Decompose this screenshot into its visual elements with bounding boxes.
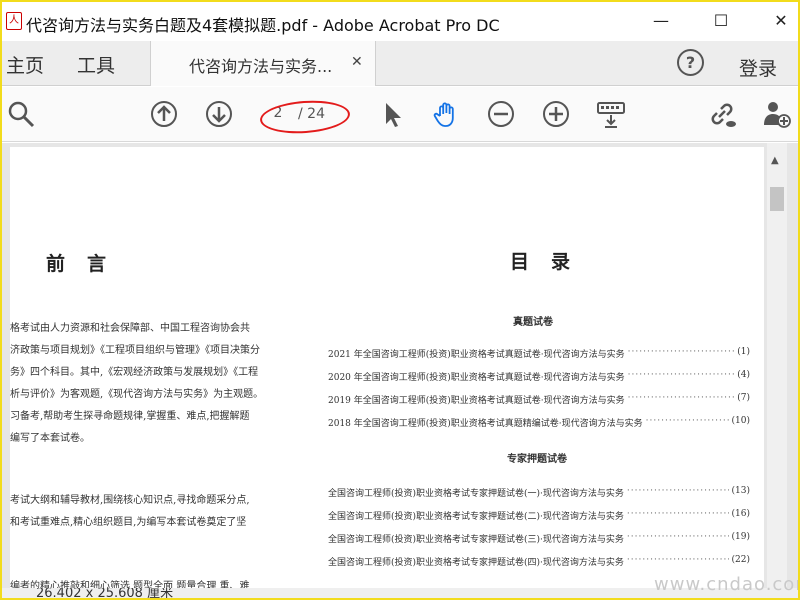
toc-leader: ····································: [627, 393, 735, 403]
maximize-button[interactable]: ☐: [698, 6, 744, 36]
login-button[interactable]: 登录: [739, 54, 777, 81]
toc-entry-title: 全国咨询工程师(投资)职业资格考试专家押题试卷(二)·现代咨询方法与实务: [328, 512, 624, 522]
toc-section-mock: 专家押题试卷: [507, 454, 567, 465]
toc-entry-title: 2019 年全国咨询工程师(投资)职业资格考试真题试卷·现代咨询方法与实务: [328, 396, 625, 406]
toc-entry[interactable]: 全国咨询工程师(投资)职业资格考试专家押题试卷(四)·现代咨询方法与实务 ···…: [328, 555, 750, 568]
toc-entry-title: 全国咨询工程师(投资)职业资格考试专家押题试卷(一)·现代咨询方法与实务: [328, 489, 624, 499]
page-size-readout: 26.402 x 25.608 厘米: [36, 588, 174, 598]
preface-line: 析与评价》为客观题,《现代咨询方法与实务》为主观题。: [10, 389, 264, 400]
add-user-icon[interactable]: [761, 99, 791, 129]
toc-leader: ····································: [627, 347, 735, 357]
document-viewport[interactable]: 前言 格考试由人力资源和社会保障部、中国工程咨询协会共 济政策与项目规划》《工程…: [2, 143, 798, 598]
toc-leader: ····································: [626, 486, 729, 496]
pdf-app-icon: 人: [6, 12, 22, 30]
toolbar: 2 / 24: [2, 87, 798, 142]
toc-leader: ····································: [626, 532, 729, 542]
help-icon[interactable]: ?: [677, 49, 704, 76]
select-pointer-icon[interactable]: [377, 99, 407, 129]
preface-line: 和考试重难点,精心组织题目,为编写本套试卷奠定了坚: [10, 517, 247, 528]
hand-tool-icon[interactable]: [431, 99, 461, 129]
minimize-button[interactable]: —: [638, 6, 684, 36]
app-window: 人 代咨询方法与实务白题及4套模拟题.pdf - Adobe Acrobat P…: [0, 0, 800, 600]
close-tab-icon[interactable]: ✕: [351, 54, 363, 70]
toc-entry[interactable]: 全国咨询工程师(投资)职业资格考试专家押题试卷(三)·现代咨询方法与实务 ···…: [328, 532, 750, 545]
toc-entry-title: 全国咨询工程师(投资)职业资格考试专家押题试卷(三)·现代咨询方法与实务: [328, 535, 624, 545]
toc-entry-page: (4): [737, 370, 750, 380]
toc-entry[interactable]: 2021 年全国咨询工程师(投资)职业资格考试真题试卷·现代咨询方法与实务 ··…: [328, 347, 750, 360]
toc-entry[interactable]: 2018 年全国咨询工程师(投资)职业资格考试真题精编试卷·现代咨询方法与实务 …: [328, 416, 750, 429]
pdf-page: 前言 格考试由人力资源和社会保障部、中国工程咨询协会共 济政策与项目规划》《工程…: [10, 147, 764, 598]
toc-entry-page: (13): [731, 486, 750, 496]
toc-entry[interactable]: 全国咨询工程师(投资)职业资格考试专家押题试卷(二)·现代咨询方法与实务 ···…: [328, 509, 750, 522]
site-watermark: www.cndao.com: [654, 574, 800, 595]
close-button[interactable]: ✕: [758, 6, 798, 36]
toc-entry-page: (10): [731, 416, 750, 426]
document-tab-label: 代咨询方法与实务...: [189, 57, 333, 76]
zoom-in-icon[interactable]: [541, 99, 571, 129]
toc-leader: ····································: [627, 370, 735, 380]
toc-entry-title: 2018 年全国咨询工程师(投资)职业资格考试真题精编试卷·现代咨询方法与实务: [328, 419, 643, 429]
vertical-scrollbar[interactable]: ▲: [767, 143, 787, 598]
preface-line: 济政策与项目规划》《工程项目组织与管理》《项目决策分: [10, 345, 260, 356]
share-link-icon[interactable]: [707, 99, 737, 129]
page-up-icon[interactable]: [149, 99, 179, 129]
scroll-up-arrow-icon[interactable]: ▲: [771, 155, 779, 166]
toc-entry-page: (19): [731, 532, 750, 542]
toc-entry[interactable]: 全国咨询工程师(投资)职业资格考试专家押题试卷(一)·现代咨询方法与实务 ···…: [328, 486, 750, 499]
window-title: 代咨询方法与实务白题及4套模拟题.pdf - Adobe Acrobat Pro…: [26, 16, 500, 35]
title-bar: 人 代咨询方法与实务白题及4套模拟题.pdf - Adobe Acrobat P…: [2, 2, 798, 41]
scroll-thumb[interactable]: [770, 187, 784, 211]
zoom-out-icon[interactable]: [486, 99, 516, 129]
toc-entry-title: 2021 年全国咨询工程师(投资)职业资格考试真题试卷·现代咨询方法与实务: [328, 350, 625, 360]
tab-bar: 主页 工具 代咨询方法与实务... ✕ ? 登录: [2, 41, 798, 86]
toc-entry-page: (7): [737, 393, 750, 403]
page-down-icon[interactable]: [204, 99, 234, 129]
toc-entry-title: 全国咨询工程师(投资)职业资格考试专家押题试卷(四)·现代咨询方法与实务: [328, 558, 624, 568]
toc-section-real: 真题试卷: [513, 317, 553, 328]
tab-document[interactable]: 代咨询方法与实务... ✕: [150, 41, 376, 86]
preface-title: 前言: [46, 253, 129, 275]
toc-entry-title: 2020 年全国咨询工程师(投资)职业资格考试真题试卷·现代咨询方法与实务: [328, 373, 625, 383]
toc-leader: ····································: [626, 509, 729, 519]
preface-line: 务》四个科目。其中,《宏观经济政策与发展规划》《工程: [10, 367, 259, 378]
toc-entry-page: (16): [731, 509, 750, 519]
tab-tools[interactable]: 工具: [77, 51, 115, 78]
preface-line: 编写了本套试卷。: [10, 433, 90, 444]
preface-line: 习备考,帮助考生探寻命题规律,掌握重、难点,把握解题: [10, 411, 250, 422]
preface-line: 格考试由人力资源和社会保障部、中国工程咨询协会共: [10, 323, 250, 334]
toc-entry[interactable]: 2020 年全国咨询工程师(投资)职业资格考试真题试卷·现代咨询方法与实务 ··…: [328, 370, 750, 383]
toc-entry-page: (1): [737, 347, 750, 357]
tab-home[interactable]: 主页: [6, 51, 44, 78]
search-icon[interactable]: [6, 99, 36, 129]
keyboard-icon[interactable]: [596, 99, 626, 129]
toc-leader: ····································: [645, 416, 729, 426]
toc-title: 目录: [510, 251, 593, 273]
preface-line: 考试大纲和辅导教材,围绕核心知识点,寻找命题采分点,: [10, 495, 250, 506]
red-annotation-ellipse: [258, 97, 352, 137]
toc-leader: ····································: [626, 555, 729, 565]
toc-entry-page: (22): [731, 555, 750, 565]
toc-entry[interactable]: 2019 年全国咨询工程师(投资)职业资格考试真题试卷·现代咨询方法与实务 ··…: [328, 393, 750, 406]
